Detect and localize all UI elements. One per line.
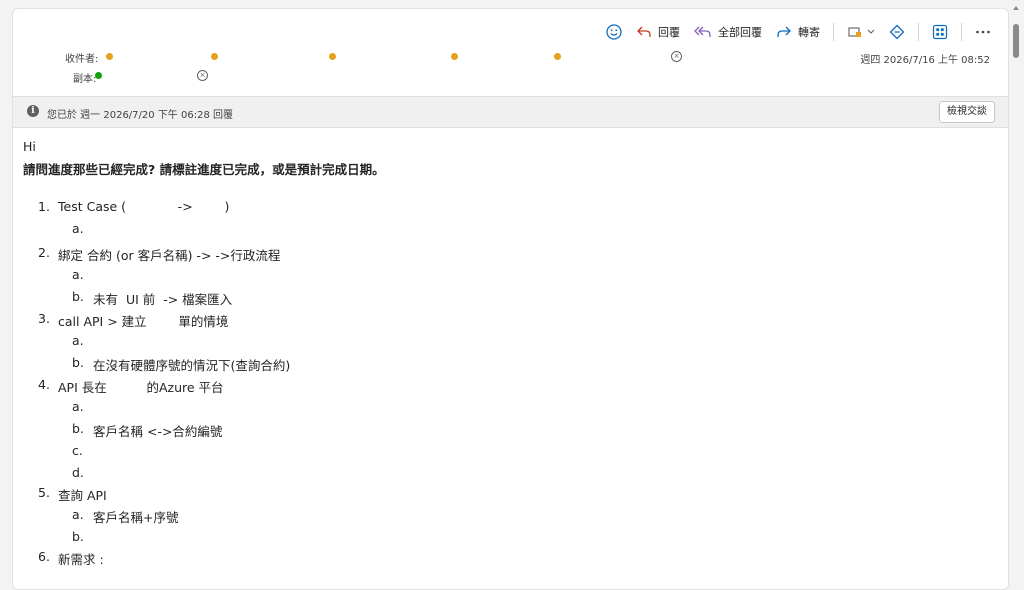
tag-icon (848, 27, 861, 37)
list-text: 查詢 API (58, 488, 107, 503)
list-text: 客戶名稱 <->合約編號 (93, 424, 223, 439)
remove-recipient-icon[interactable]: × (197, 70, 208, 81)
emoji-reaction-button[interactable] (599, 21, 629, 43)
remove-recipient-icon[interactable]: × (671, 51, 682, 62)
list-marker: a. (72, 333, 84, 348)
toolbar-divider (833, 23, 834, 41)
chevron-down-icon (867, 29, 875, 34)
reply-label: 回覆 (658, 26, 680, 39)
toolbar-divider (961, 23, 962, 41)
list-marker: a. (72, 507, 84, 522)
list-marker: 1. (38, 199, 50, 214)
reply-all-label: 全部回覆 (718, 26, 762, 39)
reply-arrow-icon (637, 26, 651, 37)
list-marker: b. (72, 355, 84, 370)
forward-label: 轉寄 (798, 26, 820, 39)
list-marker: a. (72, 399, 84, 414)
presence-away-icon (554, 53, 561, 60)
list-text: API 長在 的Azure 平台 (58, 380, 224, 395)
greeting: Hi (23, 139, 36, 154)
list-text: 在沒有硬體序號的情況下(查詢合約) (93, 358, 291, 373)
list-text: 未有 UI 前 -> 檔案匯入 (93, 292, 233, 307)
to-label: 收件者: (65, 54, 99, 65)
list-marker: b. (72, 289, 84, 304)
diamond-tag-icon (889, 24, 905, 40)
more-actions-button[interactable] (968, 21, 998, 43)
list-text: Test Case ( -> ) (58, 199, 230, 214)
list-text: 客戶名稱+序號 (93, 510, 179, 525)
categorize-dropdown[interactable] (840, 21, 882, 43)
list-marker: 5. (38, 485, 50, 500)
toolbar-divider (918, 23, 919, 41)
presence-away-icon (211, 53, 218, 60)
list-text: 綁定 合約 (or 客戶名稱) -> ->行政流程 (58, 248, 281, 263)
scrollbar[interactable] (1008, 0, 1024, 574)
message-toolbar: 回覆 全部回覆 轉寄 (599, 21, 998, 43)
list-marker: 4. (38, 377, 50, 392)
view-conversation-button[interactable]: 檢視交談 (939, 101, 995, 123)
list-marker: a. (72, 267, 84, 282)
list-marker: d. (72, 465, 84, 480)
list-text: call API > 建立 單的情境 (58, 314, 229, 329)
presence-away-icon (106, 53, 113, 60)
more-ellipsis-icon (976, 30, 990, 34)
forward-button[interactable]: 轉寄 (769, 21, 827, 43)
smiley-icon (606, 24, 622, 40)
immersive-reader-button[interactable] (882, 21, 912, 43)
reply-all-button[interactable]: 全部回覆 (687, 21, 769, 43)
list-marker: b. (72, 529, 84, 544)
info-icon: i (27, 105, 39, 117)
list-marker: 6. (38, 549, 50, 564)
apps-button[interactable] (925, 21, 955, 43)
reply-button[interactable]: 回覆 (629, 21, 687, 43)
forward-arrow-icon (777, 26, 791, 37)
list-text: 新需求 : (58, 552, 104, 567)
reading-pane: 回覆 全部回覆 轉寄 收件者: × 副本: × 週四 2026/7/16 上午 … (12, 8, 1009, 590)
list-marker: 2. (38, 245, 50, 260)
presence-away-icon (451, 53, 458, 60)
presence-available-icon (95, 72, 102, 79)
list-marker: c. (72, 443, 83, 458)
list-marker: a. (72, 221, 84, 236)
reply-info-text: 您已於 週一 2026/7/20 下午 06:28 回覆 (47, 110, 233, 121)
list-marker: 3. (38, 311, 50, 326)
reply-info-bar: i 您已於 週一 2026/7/20 下午 06:28 回覆 檢視交談 (13, 96, 1008, 128)
reply-all-arrow-icon (694, 26, 711, 37)
intro-text: 請問進度那些已經完成? 請標註進度已完成，或是預計完成日期。 (23, 162, 385, 177)
list-marker: b. (72, 421, 84, 436)
apps-grid-icon (932, 24, 948, 40)
cc-label: 副本: (73, 74, 97, 85)
scrollbar-thumb[interactable] (1013, 24, 1019, 58)
scroll-up-arrow-icon[interactable] (1013, 6, 1019, 10)
received-date: 週四 2026/7/16 上午 08:52 (860, 55, 990, 66)
presence-away-icon (329, 53, 336, 60)
